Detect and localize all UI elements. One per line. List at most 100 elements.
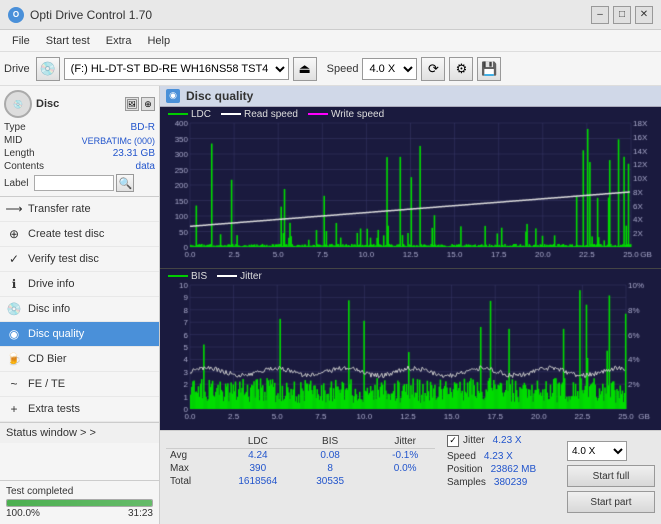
fe-te-label: FE / TE [28,378,65,390]
mid-key: MID [4,135,22,146]
disc-quality-label: Disc quality [28,328,84,340]
bis-legend: BIS Jitter [168,271,262,282]
col-header-jitter: Jitter [375,435,435,449]
menu-start-test[interactable]: Start test [38,33,98,49]
nav-items: ⟶ Transfer rate ⊕ Create test disc ✓ Ver… [0,197,159,422]
progress-percent: 100.0% [6,508,40,519]
jitter-text: Jitter [463,435,485,446]
type-key: Type [4,122,26,133]
menu-help[interactable]: Help [139,33,178,49]
disc-header-label: Disc [36,98,59,110]
right-controls: 4.0 X Start full Start part [561,431,661,524]
position-label: Position [447,464,483,475]
cd-bier-label: CD Bier [28,353,67,365]
refresh-button[interactable]: ⟳ [421,57,445,81]
status-window-button[interactable]: Status window > > [0,422,159,443]
chart-title: Disc quality [186,89,253,103]
sidebar-item-disc-quality[interactable]: ◉ Disc quality [0,322,159,347]
main-layout: 💿 Disc 🖼 ⊕ Type BD-R MID VERBATIMc (000)… [0,86,661,524]
transfer-rate-label: Transfer rate [28,203,91,215]
col-header-bis: BIS [299,435,362,449]
speed-display: 4.23 X [484,451,513,462]
mid-value: VERBATIMc (000) [82,136,155,146]
sidebar-item-extra-tests[interactable]: + Extra tests [0,397,159,422]
ldc-legend: LDC Read speed Write speed [168,109,384,120]
toolbar: Drive 💿 (F:) HL-DT-ST BD-RE WH16NS58 TST… [0,52,661,86]
total-blank [361,475,375,488]
avg-label: Avg [166,448,217,462]
start-full-button[interactable]: Start full [567,465,655,487]
max-label: Max [166,462,217,475]
extra-tests-icon: + [6,401,22,417]
bis-legend-bis: BIS [191,271,207,282]
contents-value: data [136,161,155,172]
samples-value: 380239 [494,477,527,488]
drive-select[interactable]: (F:) HL-DT-ST BD-RE WH16NS58 TST4 [64,58,289,80]
stats-panel: LDC BIS Jitter Avg 4.24 0.08 -0.1% [160,430,661,524]
chart-header: ◉ Disc quality [160,86,661,107]
avg-bis: 0.08 [299,448,362,462]
progress-bar [6,499,153,507]
table-row-total: Total 1618564 30535 [166,475,435,488]
sidebar-item-create-test-disc[interactable]: ⊕ Create test disc [0,222,159,247]
bis-canvas [160,269,661,427]
position-value: 23862 MB [491,464,537,475]
settings-button[interactable]: ⚙ [449,57,473,81]
label-input[interactable] [34,175,114,191]
ldc-chart: LDC Read speed Write speed [160,107,661,269]
disc-info-label: Disc info [28,303,70,315]
total-bis: 30535 [299,475,362,488]
ldc-legend-readspeed: Read speed [244,109,298,120]
maximize-button[interactable]: □ [613,6,631,24]
sidebar-item-cd-bier[interactable]: 🍺 CD Bier [0,347,159,372]
start-part-button[interactable]: Start part [567,491,655,513]
jitter-checkbox[interactable]: ✓ [447,435,459,447]
window-controls: – □ ✕ [591,6,653,24]
ldc-legend-writespeed: Write speed [331,109,384,120]
speed-controls-select[interactable]: 4.0 X [567,441,627,461]
save-button[interactable]: 💾 [477,57,501,81]
disc-panel-icon2[interactable]: ⊕ [141,97,155,111]
verify-test-disc-label: Verify test disc [28,253,99,265]
app-title: Opti Drive Control 1.70 [30,8,591,22]
statusbar: Test completed 100.0% 31:23 [0,480,159,524]
drive-info-icon: ℹ [6,276,22,292]
ldc-canvas [160,107,661,265]
total-label: Total [166,475,217,488]
total-jitter [375,475,435,488]
disc-panel-icon1[interactable]: 🖼 [125,97,139,111]
sidebar-item-disc-info[interactable]: 💿 Disc info [0,297,159,322]
transfer-rate-icon: ⟶ [6,201,22,217]
close-button[interactable]: ✕ [635,6,653,24]
create-test-disc-icon: ⊕ [6,226,22,242]
titlebar: O Opti Drive Control 1.70 – □ ✕ [0,0,661,30]
menu-extra[interactable]: Extra [98,33,140,49]
speed-select[interactable]: 4.0 X [362,58,417,80]
avg-blank [361,448,375,462]
disc-info-icon: 💿 [6,301,22,317]
menubar: File Start test Extra Help [0,30,661,52]
eject-button[interactable]: ⏏ [293,57,317,81]
col-header-blank [166,435,217,449]
app-icon: O [8,7,24,23]
stats-table: LDC BIS Jitter Avg 4.24 0.08 -0.1% [160,431,441,524]
contents-key: Contents [4,161,44,172]
ldc-legend-ldc: LDC [191,109,211,120]
content-area: ◉ Disc quality LDC Read speed [160,86,661,524]
disc-quality-icon: ◉ [6,326,22,342]
status-window-label: Status window > > [6,427,96,439]
samples-label: Samples [447,477,486,488]
sidebar-item-transfer-rate[interactable]: ⟶ Transfer rate [0,197,159,222]
drive-info-label: Drive info [28,278,74,290]
max-blank [361,462,375,475]
sidebar-item-verify-test-disc[interactable]: ✓ Verify test disc [0,247,159,272]
sidebar-item-fe-te[interactable]: ~ FE / TE [0,372,159,397]
disc-panel: 💿 Disc 🖼 ⊕ Type BD-R MID VERBATIMc (000)… [0,86,159,197]
menu-file[interactable]: File [4,33,38,49]
sidebar-item-drive-info[interactable]: ℹ Drive info [0,272,159,297]
label-browse-button[interactable]: 🔍 [116,174,134,192]
length-key: Length [4,148,35,159]
length-value: 23.31 GB [113,148,155,159]
minimize-button[interactable]: – [591,6,609,24]
drive-icon-btn[interactable]: 💿 [36,57,60,81]
